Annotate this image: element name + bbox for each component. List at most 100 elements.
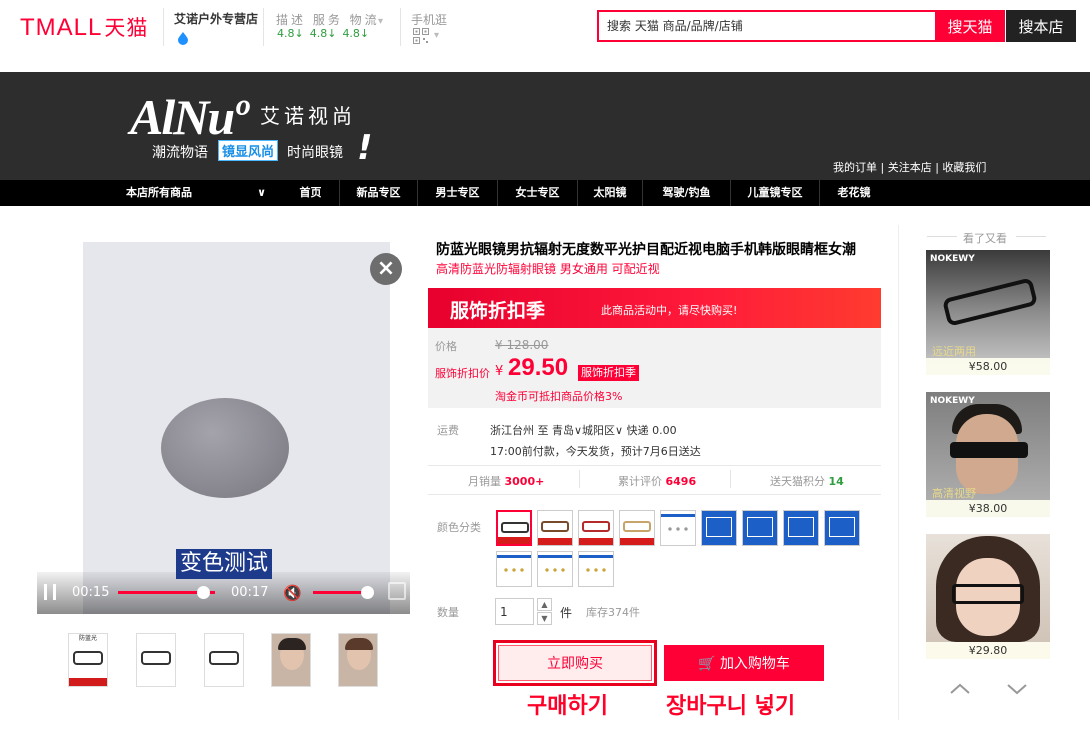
sidebar-title-rule (927, 236, 957, 237)
stat-reviews[interactable]: 累计评价 6496 (618, 473, 696, 489)
quantity-input[interactable] (495, 598, 534, 625)
store-name[interactable]: 艾诺户外专营店 (174, 10, 258, 27)
nav-item-home[interactable]: 首页 (282, 180, 340, 206)
color-swatch[interactable] (742, 510, 778, 546)
nav-item-driving[interactable]: 驾驶/钓鱼 (643, 180, 731, 206)
model-hair (278, 638, 306, 650)
swatch-strip (538, 555, 572, 558)
video-time-total: 00:17 (231, 585, 269, 600)
color-swatch[interactable] (619, 510, 655, 546)
search-tmall-button[interactable]: 搜天猫 (935, 10, 1005, 42)
follow-store-link[interactable]: 关注本店 (888, 161, 932, 174)
thumb-label (137, 634, 175, 643)
stat-label: 累计评价 (618, 475, 662, 488)
qr-code-icon[interactable] (413, 28, 429, 44)
color-swatch[interactable] (701, 510, 737, 546)
color-swatch[interactable] (496, 510, 532, 546)
nav-item-reading[interactable]: 老花镜 (820, 180, 888, 206)
color-swatch[interactable] (496, 551, 532, 587)
color-swatch[interactable] (824, 510, 860, 546)
glasses-image (941, 277, 1039, 327)
quantity-decrease-icon[interactable]: ▼ (537, 612, 552, 625)
store-level-icon (176, 31, 190, 45)
swatch-strip (497, 555, 531, 558)
recommend-item-1[interactable]: NOKEWY 远近两用 ¥58.00 (926, 250, 1050, 375)
color-label: 颜色分类 (437, 521, 481, 534)
stock-count: 库存374件 (586, 606, 640, 619)
video-time-current: 00:15 (72, 585, 110, 600)
gallery-thumb-5[interactable] (338, 633, 378, 687)
favorite-store-link[interactable]: 收藏我们 (942, 161, 986, 174)
stat-value: 6496 (665, 475, 697, 488)
color-swatch[interactable] (660, 510, 696, 546)
gallery-thumb-1[interactable]: 防蓝光 (68, 633, 108, 687)
gallery-thumb-4[interactable] (271, 633, 311, 687)
nav-all-label: 本店所有商品 (126, 186, 192, 199)
video-caption: 变色测试 (176, 549, 273, 579)
chevron-up-icon[interactable] (949, 678, 971, 700)
sidebar-title: 看了又看 (963, 232, 1007, 245)
nav-item-sunglasses[interactable]: 太阳镜 (578, 180, 643, 206)
brand-logo[interactable]: AlNuº (130, 88, 248, 146)
swatch-strip (498, 537, 530, 544)
quantity-increase-icon[interactable]: ▲ (537, 598, 552, 611)
currency-symbol: ¥ (495, 364, 504, 379)
promo-price-label: 服饰折扣价 (435, 367, 490, 380)
pause-icon[interactable] (44, 584, 56, 600)
recommend-price: ¥58.00 (926, 358, 1050, 375)
volume-handle[interactable] (361, 586, 374, 599)
coin-note: 淘金币可抵扣商品价格3% (495, 390, 623, 403)
chevron-down-icon: ∨ (257, 186, 266, 199)
glasses-icon (623, 521, 651, 532)
tmall-logo[interactable]: TMALL天猫 (20, 12, 148, 42)
my-orders-link[interactable]: 我的订单 (833, 161, 877, 174)
rating-service: 4.8↓ (309, 27, 337, 40)
nav-item-women[interactable]: 女士专区 (498, 180, 578, 206)
chevron-down-icon[interactable] (1006, 678, 1028, 700)
price-label: 价格 (435, 340, 457, 353)
search-box: 搜天猫 (597, 10, 1005, 42)
recommend-item-2[interactable]: NOKEWY 高清视野 ¥38.00 (926, 392, 1050, 517)
promo-price: 29.50 (508, 354, 569, 381)
gallery-thumb-2[interactable] (136, 633, 176, 687)
logo-text: TMALL (20, 14, 103, 41)
sidebar-title-rule (1016, 236, 1046, 237)
stat-points: 送天猫积分 14 (770, 473, 844, 489)
shipping-info[interactable]: 浙江台州 至 青岛∨城阳区∨ 快递 0.00 (490, 422, 677, 438)
search-input[interactable] (599, 12, 935, 40)
lens-image (161, 398, 289, 498)
swatch-strip (661, 514, 695, 517)
glasses-icon (541, 521, 569, 532)
recommend-item-3[interactable]: ¥29.80 (926, 534, 1050, 659)
header-divider (263, 8, 264, 46)
rating-labels: 描述 服务 物流 (276, 13, 380, 27)
mobile-label[interactable]: 手机逛 (411, 11, 447, 28)
stat-value: 3000+ (504, 475, 545, 488)
close-video-button[interactable]: × (370, 253, 402, 285)
color-swatch[interactable] (537, 551, 573, 587)
gallery-thumb-3[interactable] (204, 633, 244, 687)
color-swatch[interactable] (578, 551, 614, 587)
color-swatch[interactable] (783, 510, 819, 546)
rating-caret-icon[interactable]: ▾ (378, 16, 383, 27)
product-subtitle: 高清防蓝光防辐射眼镜 男女通用 可配近视 (436, 262, 660, 276)
nav-item-new[interactable]: 新品专区 (340, 180, 418, 206)
swatch-strip (538, 538, 572, 545)
brand-name-cn: 艾诺视尚 (260, 104, 356, 128)
glasses-icon (582, 521, 610, 532)
thumb-label (205, 634, 243, 643)
fullscreen-icon[interactable] (388, 582, 406, 600)
mute-icon[interactable]: 🔇 (283, 584, 302, 602)
add-to-cart-button[interactable]: 🛒 加入购物车 (664, 645, 824, 681)
color-swatch[interactable] (537, 510, 573, 546)
nav-item-kids[interactable]: 儿童镜专区 (731, 180, 820, 206)
nav-item-men[interactable]: 男士专区 (418, 180, 498, 206)
buy-now-button[interactable]: 立即购买 (498, 645, 652, 681)
header-divider (400, 8, 401, 46)
nav-all-products[interactable]: 本店所有商品 ∨ (110, 180, 274, 206)
search-store-button[interactable]: 搜本店 (1006, 10, 1076, 42)
recommend-overlay: 远近两用 (932, 345, 976, 358)
quantity-label: 数量 (437, 606, 459, 619)
qr-caret-icon[interactable]: ▾ (434, 30, 439, 41)
color-swatch[interactable] (578, 510, 614, 546)
